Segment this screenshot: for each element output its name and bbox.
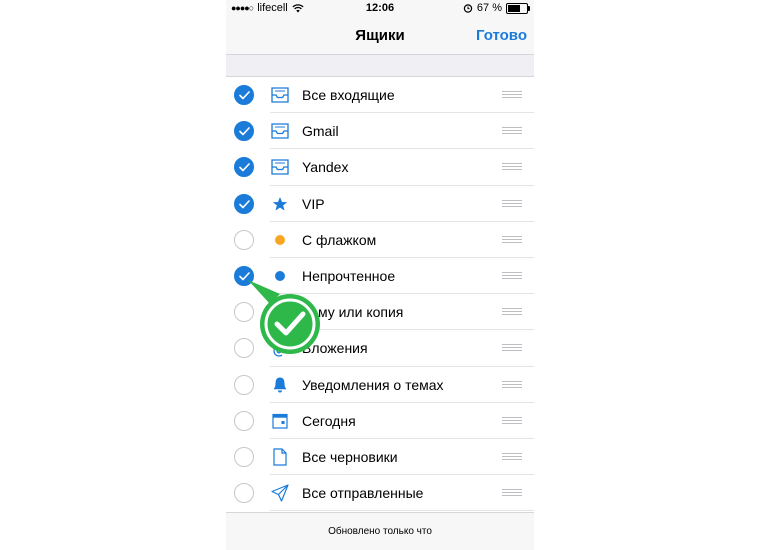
battery-icon	[506, 2, 530, 14]
inbox-tray-icon	[270, 85, 290, 105]
mailbox-label: VIP	[302, 195, 325, 212]
bell-icon	[270, 375, 290, 395]
inbox-tray-icon	[270, 157, 290, 177]
paper-plane-icon	[270, 483, 290, 503]
checked-checkbox[interactable]	[234, 157, 254, 178]
checked-checkbox[interactable]	[234, 121, 254, 142]
mailbox-row[interactable]: VIP	[226, 186, 534, 222]
mailbox-label: С флажком	[302, 231, 377, 248]
reorder-handle-icon[interactable]	[502, 127, 522, 136]
done-button[interactable]: Готово	[476, 27, 527, 44]
reorder-handle-icon[interactable]	[502, 416, 522, 426]
star-icon	[270, 194, 290, 214]
green-checkmark-badge	[248, 280, 320, 354]
calendar-icon	[270, 411, 290, 431]
checked-checkbox[interactable]	[234, 193, 254, 214]
mailbox-row[interactable]: Все входящие	[226, 77, 534, 114]
navigation-bar: Ящики Готово	[226, 18, 534, 55]
checkmark-icon	[239, 199, 250, 208]
mailbox-label: Gmail	[302, 123, 339, 140]
reorder-handle-icon[interactable]	[502, 163, 522, 172]
mailbox-label: Сегодня	[302, 412, 356, 429]
reorder-handle-icon[interactable]	[502, 489, 522, 498]
mailbox-label: Уведомления о темах	[302, 376, 444, 393]
status-bar: ●●●●○ lifecell 12:06 67 %	[226, 0, 534, 18]
mailbox-label: Все отправленные	[302, 485, 424, 502]
reorder-handle-icon[interactable]	[502, 91, 522, 100]
bottom-toolbar: Обновлено только что	[226, 512, 534, 550]
unchecked-checkbox[interactable]	[234, 229, 254, 250]
reorder-handle-icon[interactable]	[502, 271, 522, 281]
inbox-tray-icon	[270, 121, 290, 141]
mailbox-row[interactable]: Gmail	[226, 113, 534, 150]
reorder-handle-icon[interactable]	[502, 199, 522, 209]
mailbox-label: Yandex	[302, 159, 349, 176]
reorder-handle-icon[interactable]	[502, 452, 522, 462]
checkmark-icon	[239, 127, 250, 136]
unchecked-checkbox[interactable]	[234, 410, 254, 431]
document-icon	[270, 447, 290, 467]
checkmark-icon	[239, 163, 250, 172]
phone-screen: ●●●●○ lifecell 12:06 67 % Ящики Готово В…	[226, 0, 534, 550]
mailbox-label: Все входящие	[302, 87, 395, 103]
mailbox-row[interactable]: Все отправленные	[226, 475, 534, 512]
unchecked-checkbox[interactable]	[234, 483, 254, 504]
mailbox-label: Все черновики	[302, 448, 398, 465]
alarm-icon	[463, 4, 473, 13]
reorder-handle-icon[interactable]	[502, 344, 522, 353]
section-gap	[226, 55, 534, 77]
mailbox-row[interactable]: С флажком	[226, 222, 534, 258]
checked-checkbox[interactable]	[234, 85, 254, 105]
battery-percent: 67 %	[476, 2, 502, 14]
reorder-handle-icon[interactable]	[502, 235, 522, 245]
mailbox-row[interactable]: Сегодня	[226, 403, 534, 439]
reorder-handle-icon[interactable]	[502, 308, 522, 317]
update-status: Обновлено только что	[328, 526, 432, 537]
mailbox-row[interactable]: Уведомления о темах	[226, 367, 534, 403]
unchecked-checkbox[interactable]	[234, 374, 254, 395]
checkmark-icon	[239, 91, 250, 100]
mailbox-row[interactable]: Все черновики	[226, 439, 534, 476]
unchecked-checkbox[interactable]	[234, 446, 254, 467]
orange-dot-icon	[270, 230, 290, 250]
mailbox-row[interactable]: Yandex	[226, 149, 534, 186]
reorder-handle-icon[interactable]	[502, 380, 522, 390]
